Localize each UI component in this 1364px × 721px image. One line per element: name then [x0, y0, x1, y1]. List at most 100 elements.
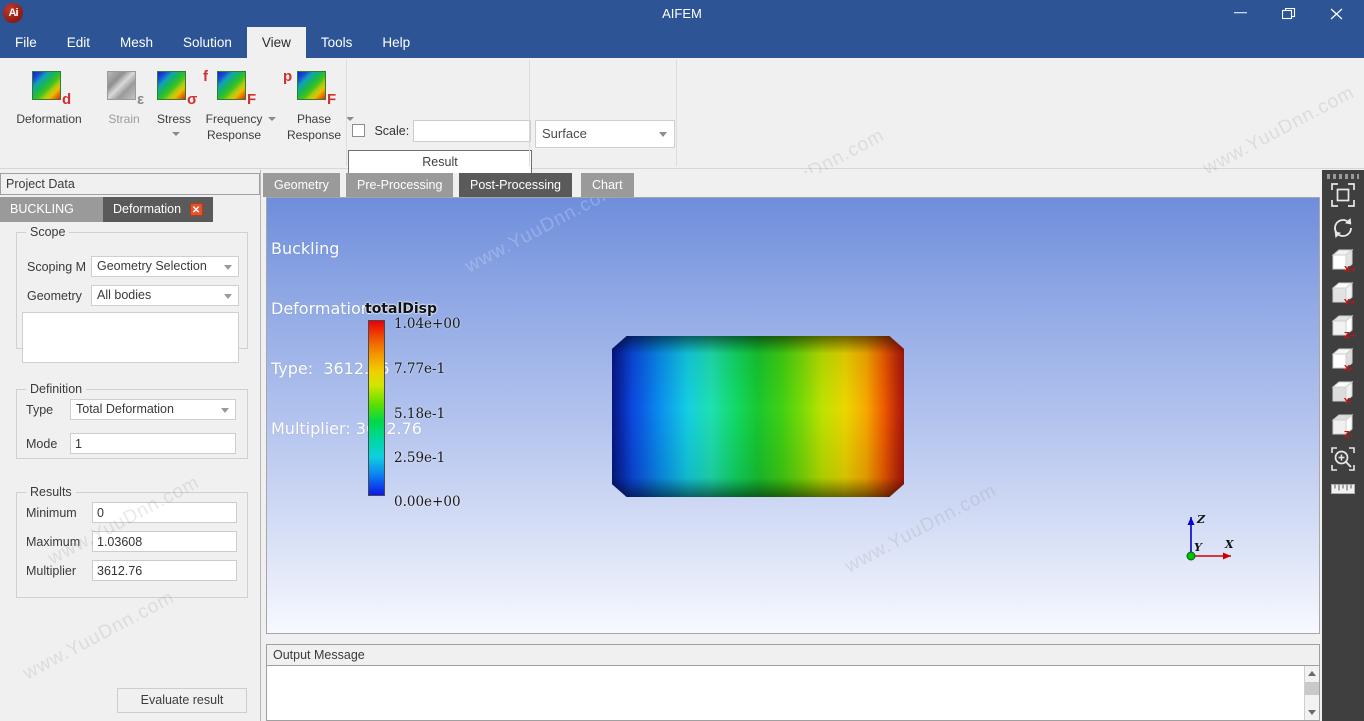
scale-input[interactable]: [413, 120, 531, 142]
overlay-line-title: Buckling: [271, 239, 340, 258]
scale-checkbox-row: Scale:: [352, 122, 409, 140]
ribbon-divider-3: [676, 60, 677, 166]
definition-group: Definition Type Total Deformation Mode: [16, 382, 248, 459]
viewport-tab-bar: Geometry Pre-Processing Post-Processing …: [263, 173, 1322, 197]
scoping-method-value: Geometry Selection: [97, 259, 207, 273]
deformation-gradient-icon: d: [13, 63, 85, 111]
phase-p-prefix-glyph: p: [283, 68, 293, 85]
tab-post-processing[interactable]: Post-Processing: [459, 173, 573, 197]
zoom-box-icon[interactable]: [1327, 446, 1359, 474]
view-yplus-icon[interactable]: Y+: [1327, 281, 1359, 309]
overlay-line-multiplier: Multiplier: 3612.76: [271, 419, 422, 438]
frequency-f-prefix-glyph: f: [203, 68, 208, 85]
chevron-up-icon: [1308, 671, 1316, 676]
chevron-down-icon: [1308, 710, 1316, 715]
output-message-section: Output Message: [266, 644, 1320, 721]
ribbon-deformation-label: Deformation: [16, 112, 82, 126]
minimize-button[interactable]: [1216, 0, 1265, 27]
axis-label-z: Z: [1197, 513, 1206, 526]
scale-checkbox[interactable]: [352, 124, 365, 138]
ribbon-phase-response-button[interactable]: p F Phase Response: [274, 63, 354, 143]
tab-chart[interactable]: Chart: [581, 173, 634, 197]
geometry-value: All bodies: [97, 288, 152, 302]
scrollbar-thumb[interactable]: [1305, 682, 1319, 695]
ribbon-toolbar: d Deformation ε Strain σ Stress f F Freq…: [0, 58, 1364, 222]
rotate-icon[interactable]: [1327, 215, 1359, 243]
menu-item-solution[interactable]: Solution: [168, 27, 247, 58]
output-message-body[interactable]: [266, 666, 1320, 721]
tab-geometry[interactable]: Geometry: [263, 173, 340, 197]
document-tab-deformation[interactable]: Deformation ✕: [103, 197, 213, 222]
scroll-down-button[interactable]: [1305, 705, 1319, 720]
menu-item-file[interactable]: File: [0, 27, 52, 58]
document-tab-buckling[interactable]: BUCKLING: [0, 197, 103, 222]
evaluate-result-button[interactable]: Evaluate result: [117, 688, 247, 713]
watermark: www.YuuDnn.com: [1199, 81, 1359, 180]
ribbon-frequency-response-button[interactable]: f F Frequency Response: [190, 63, 278, 143]
chevron-down-icon: [659, 132, 667, 137]
3d-viewport[interactable]: Buckling Deformation Type: 3612.76 Multi…: [266, 197, 1320, 634]
menu-bar: File Edit Mesh Solution View Tools Help: [0, 27, 1364, 58]
menu-item-help[interactable]: Help: [367, 27, 425, 58]
svg-text:X+: X+: [1344, 265, 1356, 274]
surface-display-select[interactable]: Surface: [535, 120, 675, 148]
deformation-d-glyph: d: [62, 91, 72, 108]
view-yminus-icon[interactable]: Y-: [1327, 380, 1359, 408]
scoping-method-label: Scoping M: [27, 260, 87, 274]
legend-tick-max: 1.04e+00: [394, 316, 461, 332]
svg-text:Z-: Z-: [1344, 430, 1353, 439]
close-button[interactable]: [1312, 0, 1361, 27]
project-data-header: Project Data: [0, 173, 260, 195]
close-icon[interactable]: ✕: [189, 203, 203, 217]
window-title: AIFEM: [662, 6, 702, 21]
toolbar-drag-handle[interactable]: [1327, 174, 1359, 179]
results-group: Results Minimum Maximum Multiplier: [16, 485, 248, 598]
measure-icon[interactable]: [1327, 481, 1359, 509]
deformation-type-select[interactable]: Total Deformation: [70, 399, 236, 420]
body-shading-horizontal: [612, 336, 904, 497]
axis-label-y: Y: [1194, 541, 1202, 554]
maximum-value: [92, 531, 237, 552]
view-zminus-icon[interactable]: Z-: [1327, 413, 1359, 441]
view-xminus-icon[interactable]: X-: [1327, 347, 1359, 375]
surface-select-value: Surface: [542, 126, 587, 141]
result-button[interactable]: Result: [348, 150, 532, 174]
menu-item-view[interactable]: View: [246, 27, 306, 58]
chevron-down-icon: [224, 265, 232, 270]
chevron-down-icon: [224, 294, 232, 299]
phase-F-glyph: F: [327, 91, 337, 108]
view-tools-toolbar: X+ Y+ Z+ X- Y- Z-: [1322, 170, 1364, 721]
output-scrollbar[interactable]: [1304, 666, 1319, 720]
menu-item-tools[interactable]: Tools: [306, 27, 368, 58]
svg-text:Y+: Y+: [1343, 298, 1356, 307]
document-tab-deformation-label: Deformation: [113, 202, 182, 216]
frequency-F-glyph: F: [247, 91, 257, 108]
watermark: www.YuuDnn.com: [19, 586, 179, 685]
minimum-value: [92, 502, 237, 523]
scroll-up-button[interactable]: [1305, 666, 1319, 681]
output-message-header: Output Message: [266, 644, 1320, 666]
minimum-label: Minimum: [26, 506, 77, 520]
chevron-down-icon: [171, 131, 180, 136]
mode-input[interactable]: [70, 433, 236, 454]
ribbon-deformation-button[interactable]: d Deformation: [13, 63, 85, 127]
axis-triad: X Y Z: [1183, 508, 1239, 564]
view-xplus-icon[interactable]: X+: [1327, 248, 1359, 276]
tab-pre-processing[interactable]: Pre-Processing: [346, 173, 454, 197]
scale-label: Scale:: [374, 123, 410, 138]
mode-label: Mode: [26, 437, 58, 451]
fit-view-icon[interactable]: [1327, 182, 1359, 210]
menu-item-edit[interactable]: Edit: [52, 27, 105, 58]
legend-tick-3: 5.18e-1: [394, 406, 446, 422]
deformed-body-mesh[interactable]: [612, 336, 904, 497]
view-zplus-icon[interactable]: Z+: [1327, 314, 1359, 342]
geometry-select[interactable]: All bodies: [91, 285, 239, 306]
geometry-selection-list[interactable]: [22, 312, 239, 363]
maximize-button[interactable]: [1264, 0, 1313, 27]
phase-response-gradient-icon: p F: [274, 63, 354, 111]
document-tab-buckling-label: BUCKLING: [10, 202, 74, 216]
legend-tick-2: 2.59e-1: [394, 450, 446, 466]
menu-item-mesh[interactable]: Mesh: [105, 27, 168, 58]
scope-group: Scope Scoping M Geometry Selection Geome…: [16, 225, 248, 363]
scoping-method-select[interactable]: Geometry Selection: [91, 256, 239, 277]
